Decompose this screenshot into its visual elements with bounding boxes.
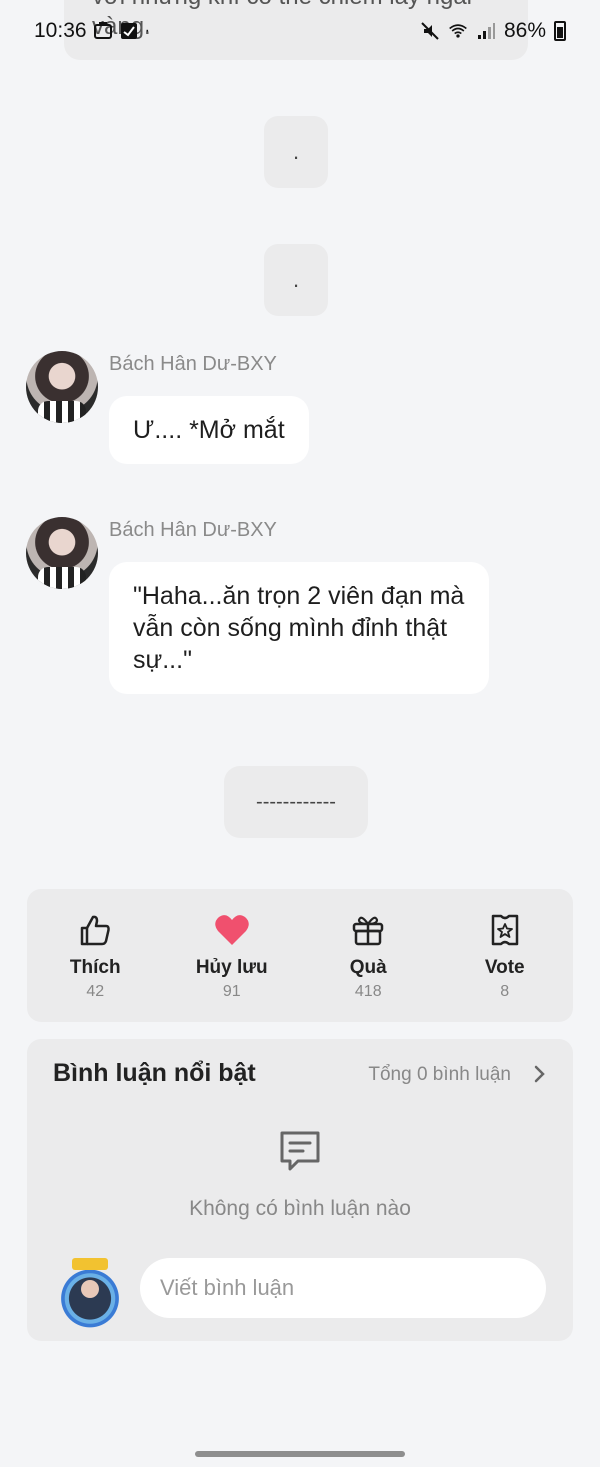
- unsave-button[interactable]: Hủy lưu 91: [172, 911, 292, 1001]
- no-comments-text: Không có bình luận nào: [189, 1197, 411, 1220]
- gift-button[interactable]: Quà 418: [308, 911, 428, 1001]
- action-bar: Thích 42 Hủy lưu 91 Quà 418 Vote 8: [27, 889, 573, 1022]
- comment-input-placeholder: Viết bình luận: [160, 1275, 295, 1300]
- featured-comments-section: Bình luận nổi bật Tổng 0 bình luận Không…: [27, 1039, 573, 1341]
- status-bar: 10:36 · 86%: [0, 0, 600, 62]
- battery-percent: 86%: [503, 19, 546, 42]
- message-bubble: "Haha...ăn trọn 2 viên đạn mà vẫn còn số…: [109, 562, 489, 694]
- sender-avatar[interactable]: [26, 351, 98, 423]
- chevron-right-icon[interactable]: [533, 1064, 547, 1084]
- gift-label: Quà: [349, 957, 387, 978]
- message-bubble: Ư.... *Mở mắt: [109, 396, 309, 464]
- like-button[interactable]: Thích 42: [35, 911, 155, 1001]
- vote-button[interactable]: Vote 8: [445, 911, 565, 1001]
- like-label: Thích: [69, 957, 121, 978]
- status-time: 10:36: [34, 19, 87, 42]
- message-text: Ư.... *Mở mắt: [133, 416, 285, 444]
- gift-icon: [353, 916, 384, 946]
- vote-ticket-icon: [491, 914, 518, 946]
- battery-icon: [554, 21, 566, 41]
- heart-icon: [214, 915, 249, 945]
- comment-bubble-icon: [280, 1131, 320, 1171]
- chat-message: Bách Hân Dư-BXY Ư.... *Mở mắt: [26, 351, 574, 471]
- comments-title: Bình luận nổi bật: [53, 1059, 256, 1087]
- comment-input[interactable]: Viết bình luận: [140, 1258, 546, 1318]
- mute-icon: [421, 22, 439, 40]
- dot-message-bubble: .: [264, 244, 328, 316]
- separator-bubble: ------------: [224, 766, 368, 838]
- sender-name: Bách Hân Dư-BXY: [109, 353, 277, 375]
- dot-message-bubble: .: [264, 116, 328, 188]
- wifi-icon: [449, 24, 467, 38]
- more-notifications-dot: ·: [144, 22, 150, 39]
- unsave-label: Hủy lưu: [195, 957, 268, 978]
- dot-message-text: .: [292, 267, 300, 292]
- message-text: "Haha...ăn trọn 2 viên đạn mà vẫn còn số…: [133, 582, 465, 674]
- sender-avatar[interactable]: [26, 517, 98, 589]
- gallery-notification-icon: [120, 23, 137, 39]
- home-indicator[interactable]: [195, 1451, 405, 1457]
- dot-message-text: .: [292, 139, 300, 164]
- thumbs-up-icon: [81, 915, 111, 946]
- sender-name: Bách Hân Dư-BXY: [109, 519, 277, 541]
- notification-app-icon: [93, 22, 112, 39]
- vote-count: 8: [500, 983, 510, 1000]
- comments-total-link[interactable]: Tổng 0 bình luận: [368, 1064, 511, 1086]
- chat-message: Bách Hân Dư-BXY "Haha...ăn trọn 2 viên đ…: [26, 517, 574, 697]
- separator-text: ------------: [256, 790, 336, 813]
- gift-count: 418: [354, 983, 382, 1000]
- signal-icon: [477, 23, 495, 39]
- unsave-count: 91: [222, 983, 241, 1000]
- vote-label: Vote: [484, 957, 525, 978]
- like-count: 42: [86, 983, 105, 1000]
- current-user-avatar: [55, 1258, 125, 1330]
